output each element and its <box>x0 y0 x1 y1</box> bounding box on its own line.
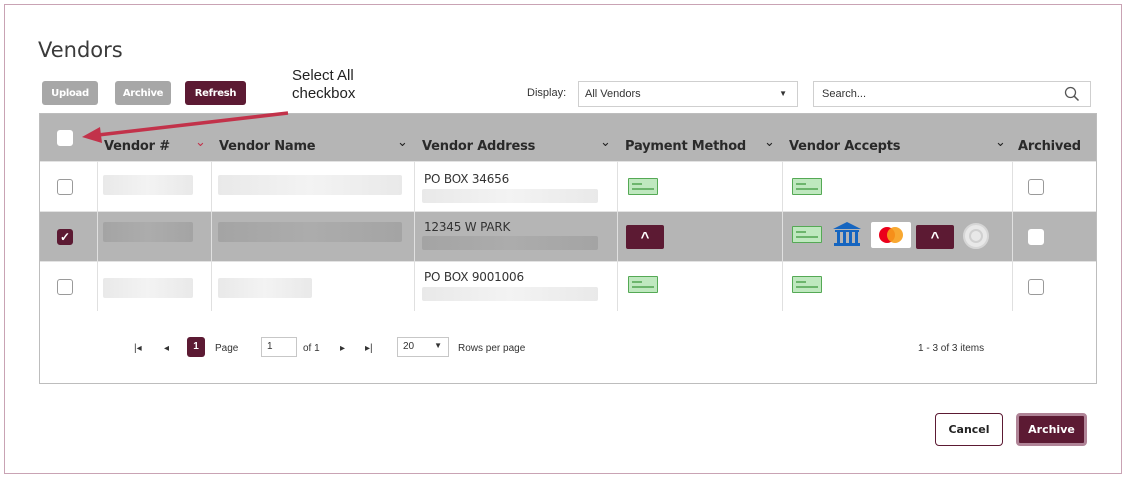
annotation-arrow <box>82 111 289 143</box>
cancel-button[interactable]: Cancel <box>935 413 1003 446</box>
archive-button[interactable]: Archive <box>1016 413 1087 446</box>
